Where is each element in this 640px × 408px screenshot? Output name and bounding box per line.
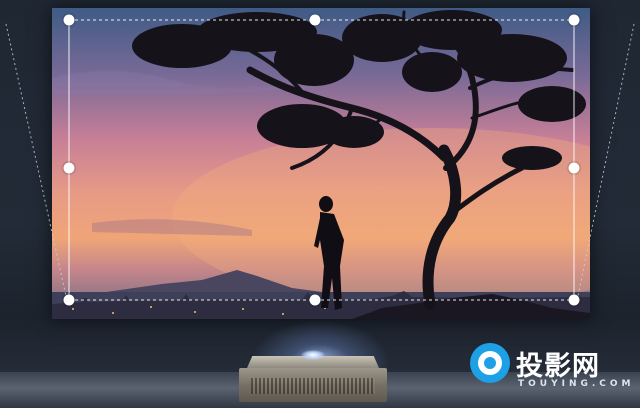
projection-scene: 投影网 TOUYING.COM [0, 0, 640, 408]
projector-lens-glow [301, 350, 325, 360]
resize-handle-top-right[interactable] [568, 14, 580, 26]
resize-handle-top-left[interactable] [63, 14, 75, 26]
projector-grill [251, 378, 375, 394]
resize-handle-left[interactable] [63, 162, 75, 174]
logo-ring-icon [470, 343, 510, 383]
resize-handle-top[interactable] [309, 14, 321, 26]
site-logo: 投影网 TOUYING.COM [470, 343, 631, 393]
resize-handle-bottom-right[interactable] [568, 294, 580, 306]
logo-domain: TOUYING.COM [518, 379, 635, 389]
logo-name: 投影网 [516, 351, 600, 382]
resize-handle-bottom-left[interactable] [63, 294, 75, 306]
resize-handle-bottom[interactable] [309, 294, 321, 306]
keystone-guide-right [577, 23, 635, 297]
resize-handle-right[interactable] [568, 162, 580, 174]
laser-projector [239, 350, 387, 406]
keystone-guide-left [5, 23, 67, 297]
